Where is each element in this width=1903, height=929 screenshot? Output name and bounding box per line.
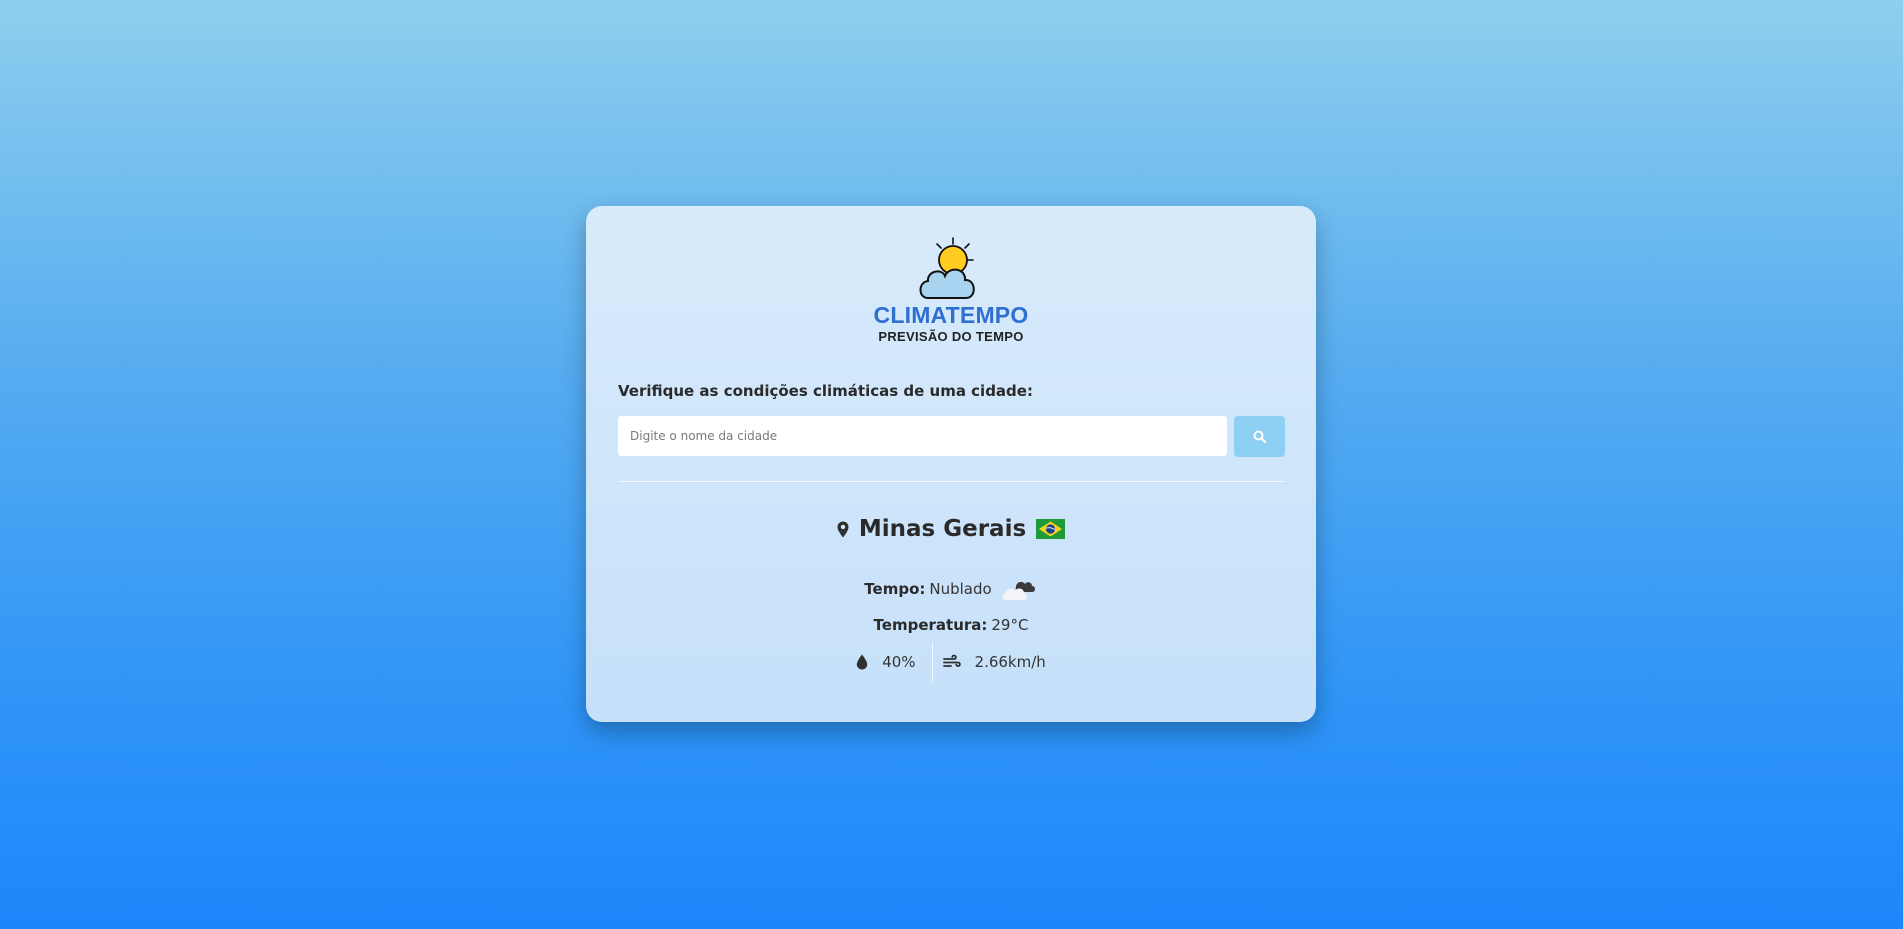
search-prompt: Verifique as condições climáticas de uma… bbox=[618, 382, 1033, 400]
temperature-value: 29°C bbox=[991, 616, 1029, 634]
weather-condition-row: Tempo: Nublado bbox=[586, 574, 1316, 604]
map-pin-icon bbox=[837, 521, 849, 537]
divider bbox=[618, 481, 1285, 482]
logo-title: CLIMATEMPO bbox=[873, 302, 1029, 328]
wind-icon bbox=[942, 654, 961, 667]
climatempo-logo: CLIMATEMPO PREVISÃO DO TEMPO bbox=[586, 236, 1316, 346]
sun-cloud-logo-icon bbox=[919, 237, 975, 299]
humidity: 40% bbox=[840, 642, 931, 682]
location-header: Minas Gerais bbox=[586, 514, 1316, 544]
droplet-icon bbox=[856, 654, 868, 670]
wind: 2.66km/h bbox=[933, 642, 1062, 682]
search-button[interactable] bbox=[1234, 416, 1285, 457]
weather-card: CLIMATEMPO PREVISÃO DO TEMPO Verifique a… bbox=[586, 206, 1316, 722]
logo-subtitle: PREVISÃO DO TEMPO bbox=[878, 329, 1024, 344]
wind-value: 2.66km/h bbox=[974, 653, 1046, 671]
humidity-value: 40% bbox=[882, 653, 916, 671]
temperature-row: Temperatura: 29°C bbox=[586, 614, 1316, 636]
city-name: Minas Gerais bbox=[858, 516, 1027, 542]
brazil-flag-icon bbox=[1036, 519, 1066, 539]
cloud-icon bbox=[1001, 581, 1035, 600]
city-search-input[interactable] bbox=[618, 416, 1227, 456]
temperature-label: Temperatura: bbox=[873, 616, 988, 634]
search-icon bbox=[1253, 430, 1266, 443]
weather-label: Tempo: bbox=[864, 580, 926, 598]
details-row: 40% 2.66km/h bbox=[586, 642, 1316, 682]
search-bar bbox=[618, 416, 1285, 458]
weather-value: Nublado bbox=[929, 580, 992, 598]
